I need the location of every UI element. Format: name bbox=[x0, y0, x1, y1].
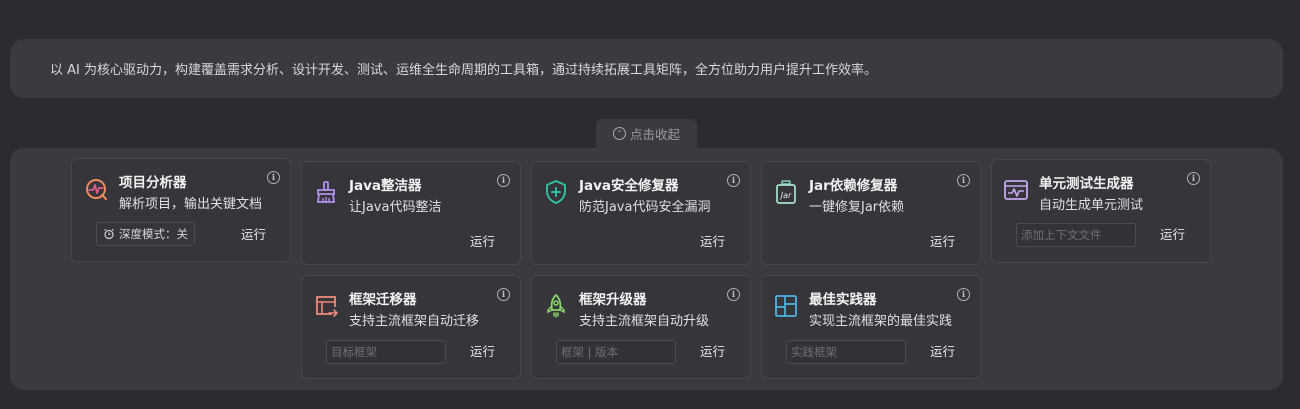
collapse-button[interactable]: ⌃ 点击收起 bbox=[596, 119, 697, 148]
tool-description: 支持主流框架自动迁移 bbox=[349, 314, 480, 329]
alarm-clock-icon bbox=[103, 228, 115, 240]
info-icon[interactable]: i bbox=[727, 174, 740, 187]
jar-icon: Jar bbox=[773, 179, 799, 205]
info-icon[interactable]: i bbox=[497, 288, 510, 301]
target-framework-input[interactable] bbox=[326, 340, 446, 364]
tool-title: Java安全修复器 bbox=[579, 178, 679, 194]
run-button[interactable]: 运行 bbox=[700, 231, 725, 250]
chevron-up-circle-icon: ⌃ bbox=[612, 127, 626, 140]
tool-description: 支持主流框架自动升级 bbox=[579, 314, 710, 329]
tool-card-project-analyzer[interactable]: 项目分析器 解析项目，输出关键文档 i 深度模式：关 运行 bbox=[71, 158, 291, 262]
tool-title: 最佳实践器 bbox=[809, 292, 877, 308]
tool-card-unit-test[interactable]: 单元测试生成器 自动生成单元测试 i 运行 bbox=[991, 159, 1211, 263]
practice-framework-input[interactable] bbox=[786, 340, 906, 364]
tool-description: 自动生成单元测试 bbox=[1039, 198, 1144, 213]
tool-description: 实现主流框架的最佳实践 bbox=[809, 314, 953, 329]
tool-title: 项目分析器 bbox=[119, 175, 187, 191]
tool-card-framework-upgrader[interactable]: 框架升级器 支持主流框架自动升级 i 运行 bbox=[531, 275, 751, 379]
run-button[interactable]: 运行 bbox=[930, 231, 955, 250]
run-button[interactable]: 运行 bbox=[241, 224, 266, 243]
analyzer-icon bbox=[83, 176, 109, 202]
tool-card-java-security[interactable]: Java安全修复器 防范Java代码安全漏洞 i 运行 bbox=[531, 161, 751, 265]
tool-title: 框架升级器 bbox=[579, 292, 647, 308]
info-icon[interactable]: i bbox=[267, 171, 280, 184]
tool-card-jar-fixer[interactable]: Jar Jar依赖修复器 一键修复Jar依赖 i 运行 bbox=[761, 161, 981, 265]
svg-text:Jar: Jar bbox=[779, 191, 792, 200]
tool-card-java-cleaner[interactable]: Java整洁器 让Java代码整洁 i 运行 bbox=[301, 161, 521, 265]
info-icon[interactable]: i bbox=[727, 288, 740, 301]
tool-description: 一键修复Jar依赖 bbox=[809, 200, 905, 215]
migrate-window-icon bbox=[313, 293, 339, 319]
run-button[interactable]: 运行 bbox=[930, 341, 955, 360]
collapse-label: 点击收起 bbox=[629, 127, 680, 142]
run-button[interactable]: 运行 bbox=[470, 231, 495, 250]
tool-title: Java整洁器 bbox=[349, 178, 422, 194]
tool-description: 让Java代码整洁 bbox=[349, 200, 442, 215]
tool-title: Jar依赖修复器 bbox=[809, 178, 898, 194]
tool-title: 框架迁移器 bbox=[349, 292, 417, 308]
tool-title: 单元测试生成器 bbox=[1039, 176, 1134, 192]
layout-icon bbox=[773, 293, 799, 319]
deep-mode-label: 深度模式：关 bbox=[119, 227, 188, 241]
tool-card-best-practice[interactable]: 最佳实践器 实现主流框架的最佳实践 i 运行 bbox=[761, 275, 981, 379]
tool-description: 解析项目，输出关键文档 bbox=[119, 197, 263, 212]
deep-mode-toggle[interactable]: 深度模式：关 bbox=[96, 222, 195, 246]
intro-text: 以 AI 为核心驱动力，构建覆盖需求分析、设计开发、测试、运维全生命周期的工具箱… bbox=[50, 63, 877, 78]
run-button[interactable]: 运行 bbox=[700, 341, 725, 360]
tool-description: 防范Java代码安全漏洞 bbox=[579, 200, 711, 215]
info-icon[interactable]: i bbox=[497, 174, 510, 187]
info-icon[interactable]: i bbox=[1187, 172, 1200, 185]
intro-banner: 以 AI 为核心驱动力，构建覆盖需求分析、设计开发、测试、运维全生命周期的工具箱… bbox=[10, 39, 1283, 98]
run-button[interactable]: 运行 bbox=[470, 341, 495, 360]
info-icon[interactable]: i bbox=[957, 288, 970, 301]
pulse-window-icon bbox=[1003, 177, 1029, 203]
info-icon[interactable]: i bbox=[957, 174, 970, 187]
tool-card-framework-migrator[interactable]: 框架迁移器 支持主流框架自动迁移 i 运行 bbox=[301, 275, 521, 379]
framework-version-input[interactable] bbox=[556, 340, 676, 364]
context-file-input[interactable] bbox=[1016, 223, 1136, 247]
shield-plus-icon bbox=[543, 179, 569, 205]
run-button[interactable]: 运行 bbox=[1160, 224, 1185, 243]
broom-icon bbox=[313, 179, 339, 205]
rocket-icon bbox=[543, 293, 569, 319]
